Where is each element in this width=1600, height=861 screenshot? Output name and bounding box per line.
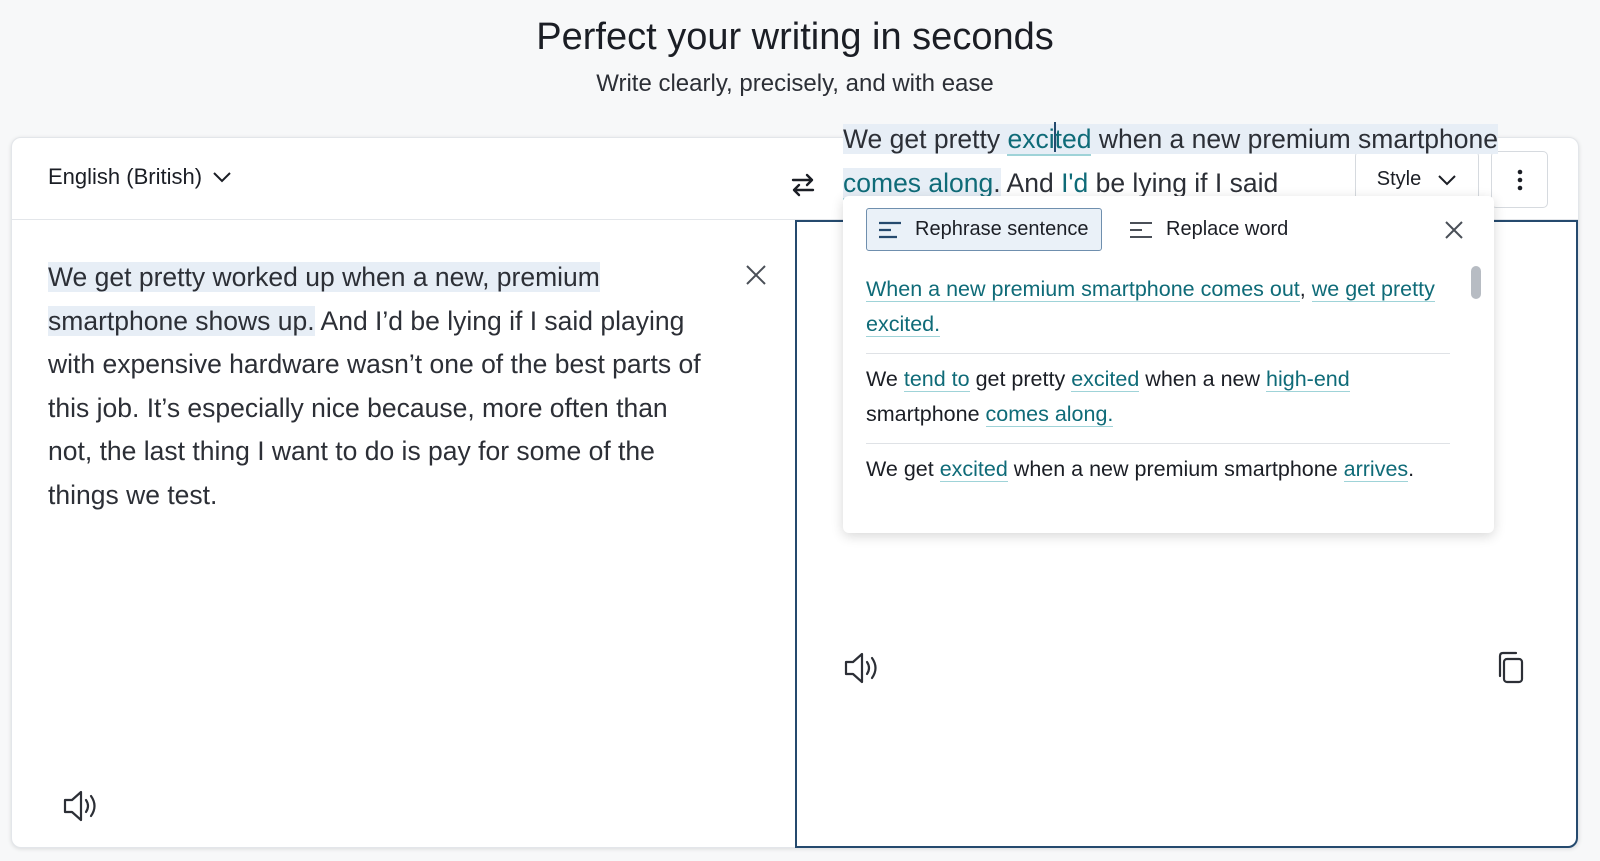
- changed-word-part: ted: [1054, 124, 1092, 154]
- changed-word-id[interactable]: I'd: [1061, 167, 1089, 200]
- changed-segment: excited: [939, 457, 1008, 482]
- unchanged-segment: smartphone: [866, 401, 986, 426]
- language-selector[interactable]: English (British): [48, 164, 232, 190]
- lines-icon: [879, 221, 901, 238]
- unchanged-segment: when a new: [1139, 367, 1267, 391]
- speaker-icon[interactable]: [842, 650, 882, 686]
- alternative-suggestion[interactable]: When a new premium smartphone comes out,…: [866, 264, 1450, 354]
- popup-scrollbar[interactable]: [1471, 266, 1481, 299]
- changed-segment: arrives: [1343, 457, 1409, 482]
- changed-segment: When a new premium smartphone comes out: [866, 277, 1300, 302]
- unchanged-segment: .: [1408, 457, 1415, 481]
- swap-arrows-icon[interactable]: [790, 172, 816, 198]
- lines-icon: [1130, 221, 1152, 238]
- changed-segment: excited: [1071, 367, 1140, 392]
- changed-word-part: exci: [1007, 124, 1055, 154]
- alternative-suggestion[interactable]: We get excited when a new premium smartp…: [866, 444, 1450, 499]
- changed-segment: comes along.: [985, 401, 1114, 427]
- clear-text-icon[interactable]: [744, 263, 768, 287]
- alternatives-list: When a new premium smartphone comes out,…: [866, 264, 1450, 499]
- source-highlight-line1: We get pretty worked up when a new, prem…: [48, 262, 600, 292]
- target-text-part: be lying if I said: [1088, 167, 1279, 198]
- tab-rephrase-label: Rephrase sentence: [915, 218, 1089, 240]
- tab-rephrase-sentence[interactable]: Rephrase sentence: [866, 208, 1102, 251]
- page-title: Perfect your writing in seconds: [536, 16, 1054, 58]
- changed-phrase-comes-along[interactable]: comes along: [843, 167, 994, 200]
- changed-segment: tend to: [903, 367, 970, 392]
- source-rest-text: And I’d be lying if I said playing with …: [48, 305, 701, 510]
- unchanged-segment: when a new premium smartphone: [1007, 457, 1344, 481]
- unchanged-segment: ,: [1299, 277, 1312, 301]
- source-textarea[interactable]: We get pretty worked up when a new, prem…: [48, 256, 708, 517]
- target-text[interactable]: We get pretty excited when a new premium…: [843, 118, 1503, 205]
- language-label: English (British): [48, 164, 203, 189]
- tab-replace-word[interactable]: Replace word: [1118, 208, 1298, 251]
- target-text-part: .: [993, 167, 1001, 198]
- vertical-dots-icon: [1517, 169, 1522, 190]
- copy-icon[interactable]: [1496, 650, 1526, 686]
- alternative-suggestion[interactable]: We tend to get pretty excited when a new…: [866, 354, 1450, 444]
- tab-replace-label: Replace word: [1166, 218, 1289, 240]
- unchanged-segment: We: [866, 367, 904, 391]
- target-text-part: We get pretty: [843, 124, 1008, 154]
- chevron-down-icon: [213, 172, 231, 183]
- unchanged-segment: We get: [866, 457, 940, 481]
- unchanged-segment: get pretty: [969, 367, 1072, 391]
- speaker-icon[interactable]: [61, 788, 101, 824]
- close-icon[interactable]: [1444, 220, 1464, 240]
- rephrase-popup: Rephrase sentence Replace word When a ne…: [843, 196, 1494, 533]
- changed-word-excited[interactable]: excited: [1007, 122, 1092, 156]
- target-text-part: when a new premium smartphone: [1091, 124, 1499, 154]
- target-text-part: And: [1000, 167, 1062, 198]
- source-highlight-line2: smartphone shows up.: [48, 305, 315, 336]
- changed-segment: high-end: [1266, 367, 1350, 392]
- page-subtitle: Write clearly, precisely, and with ease: [596, 70, 994, 97]
